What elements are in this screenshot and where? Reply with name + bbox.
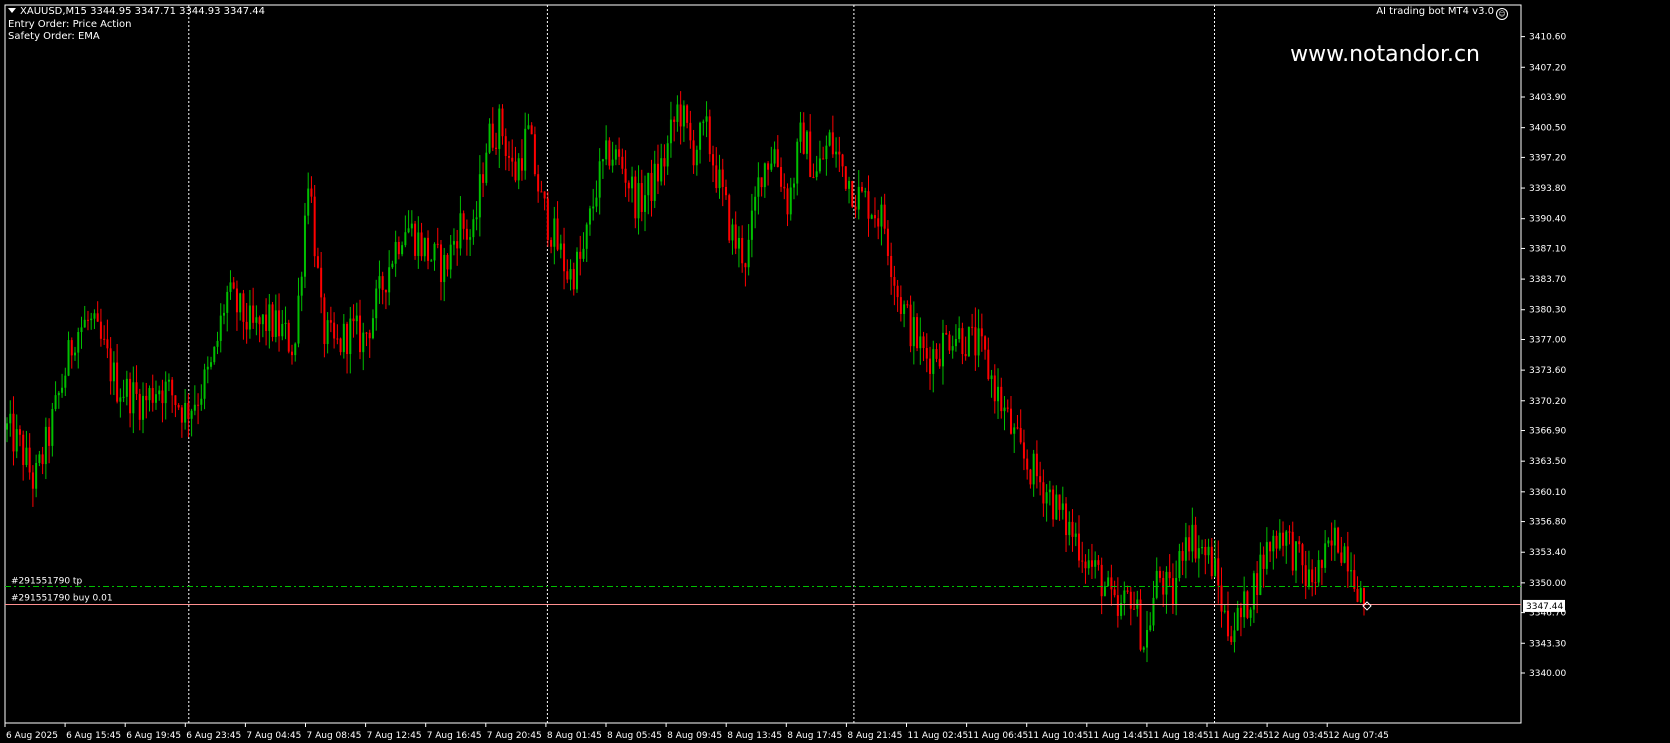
collapse-triangle-icon[interactable] xyxy=(8,8,16,13)
y-tick-label: 3360.10 xyxy=(1529,488,1566,498)
candle xyxy=(708,109,711,162)
y-tick-label: 3393.80 xyxy=(1529,184,1566,194)
y-tick-label: 3383.70 xyxy=(1529,275,1566,285)
expert-advisor-label[interactable]: AI trading bot MT4 v3.0 ☺ xyxy=(1376,6,1508,20)
candle xyxy=(1337,526,1340,554)
y-tick-label: 3410.60 xyxy=(1529,33,1566,43)
x-tick-label: 8 Aug 13:45 xyxy=(727,731,782,741)
y-tick-label: 3350.00 xyxy=(1529,579,1566,589)
candle xyxy=(546,191,549,247)
candle xyxy=(844,166,847,191)
x-tick-label: 8 Aug 09:45 xyxy=(667,731,722,741)
x-tick-label: 6 Aug 2025 xyxy=(6,731,58,741)
x-tick-label: 12 Aug 03:45 xyxy=(1268,731,1329,741)
x-tick-label: 11 Aug 14:45 xyxy=(1088,731,1149,741)
y-tick-label: 3373.60 xyxy=(1529,366,1566,376)
x-tick-label: 12 Aug 07:45 xyxy=(1328,731,1389,741)
x-tick-label: 8 Aug 01:45 xyxy=(547,731,602,741)
y-tick-label: 3366.90 xyxy=(1529,427,1566,437)
x-tick-label: 7 Aug 16:45 xyxy=(427,731,482,741)
x-tick-label: 11 Aug 22:45 xyxy=(1208,731,1269,741)
candle xyxy=(303,202,306,289)
y-tick-label: 3346.70 xyxy=(1529,609,1566,619)
symbol-line-text: XAUUSD,M15 3344.95 3347.71 3344.93 3347.… xyxy=(20,6,266,17)
candle xyxy=(287,319,290,354)
candle xyxy=(576,247,579,293)
y-tick-label: 3356.80 xyxy=(1529,518,1566,528)
x-tick-label: 8 Aug 21:45 xyxy=(847,731,902,741)
x-tick-label: 11 Aug 10:45 xyxy=(1028,731,1089,741)
y-tick-label: 3390.40 xyxy=(1529,215,1566,225)
smiley-icon: ☺ xyxy=(1496,8,1508,20)
price-chart[interactable]: #291551790 tp#291551790 buy 0.013347.44 … xyxy=(0,0,1670,743)
buy-line-label: #291551790 buy 0.01 xyxy=(11,593,113,603)
y-tick-label: 3407.20 xyxy=(1529,63,1566,73)
entry-order-text: Entry Order: Price Action xyxy=(8,19,132,30)
candle xyxy=(608,137,611,170)
candle xyxy=(313,184,316,268)
candle xyxy=(916,313,919,352)
candle xyxy=(213,346,216,365)
y-tick-label: 3380.30 xyxy=(1529,306,1566,316)
candle xyxy=(967,326,970,358)
x-tick-label: 11 Aug 02:45 xyxy=(908,731,969,741)
y-tick-label: 3377.00 xyxy=(1529,335,1566,345)
x-tick-label: 6 Aug 23:45 xyxy=(186,731,241,741)
x-tick-label: 8 Aug 17:45 xyxy=(787,731,842,741)
ea-name-text: AI trading bot MT4 v3.0 xyxy=(1376,6,1494,17)
y-tick-label: 3397.20 xyxy=(1529,153,1566,163)
y-tick-label: 3340.00 xyxy=(1529,669,1566,679)
y-tick-label: 3370.20 xyxy=(1529,397,1566,407)
y-tick-label: 3387.10 xyxy=(1529,244,1566,254)
symbol-info[interactable]: XAUUSD,M15 3344.95 3347.71 3344.93 3347.… xyxy=(8,6,265,18)
y-tick-label: 3353.40 xyxy=(1529,548,1566,558)
x-tick-label: 8 Aug 05:45 xyxy=(607,731,662,741)
x-tick-label: 11 Aug 18:45 xyxy=(1148,731,1209,741)
x-tick-label: 11 Aug 06:45 xyxy=(968,731,1029,741)
x-tick-label: 6 Aug 15:45 xyxy=(66,731,121,741)
x-tick-label: 7 Aug 04:45 xyxy=(246,731,301,741)
candle xyxy=(414,220,417,260)
candle xyxy=(851,180,854,208)
watermark: www.notandor.cn xyxy=(1290,42,1480,67)
candle xyxy=(728,193,731,244)
x-tick-label: 7 Aug 20:45 xyxy=(487,731,542,741)
x-tick-label: 6 Aug 19:45 xyxy=(126,731,181,741)
x-tick-label: 7 Aug 08:45 xyxy=(307,731,362,741)
y-tick-label: 3343.30 xyxy=(1529,639,1566,649)
y-tick-label: 3363.50 xyxy=(1529,457,1566,467)
tp-line-label: #291551790 tp xyxy=(11,576,82,586)
x-tick-label: 7 Aug 12:45 xyxy=(367,731,422,741)
safety-order-text: Safety Order: EMA xyxy=(8,31,100,42)
y-tick-label: 3403.90 xyxy=(1529,93,1566,103)
candle xyxy=(271,301,274,342)
y-tick-label: 3400.50 xyxy=(1529,124,1566,134)
